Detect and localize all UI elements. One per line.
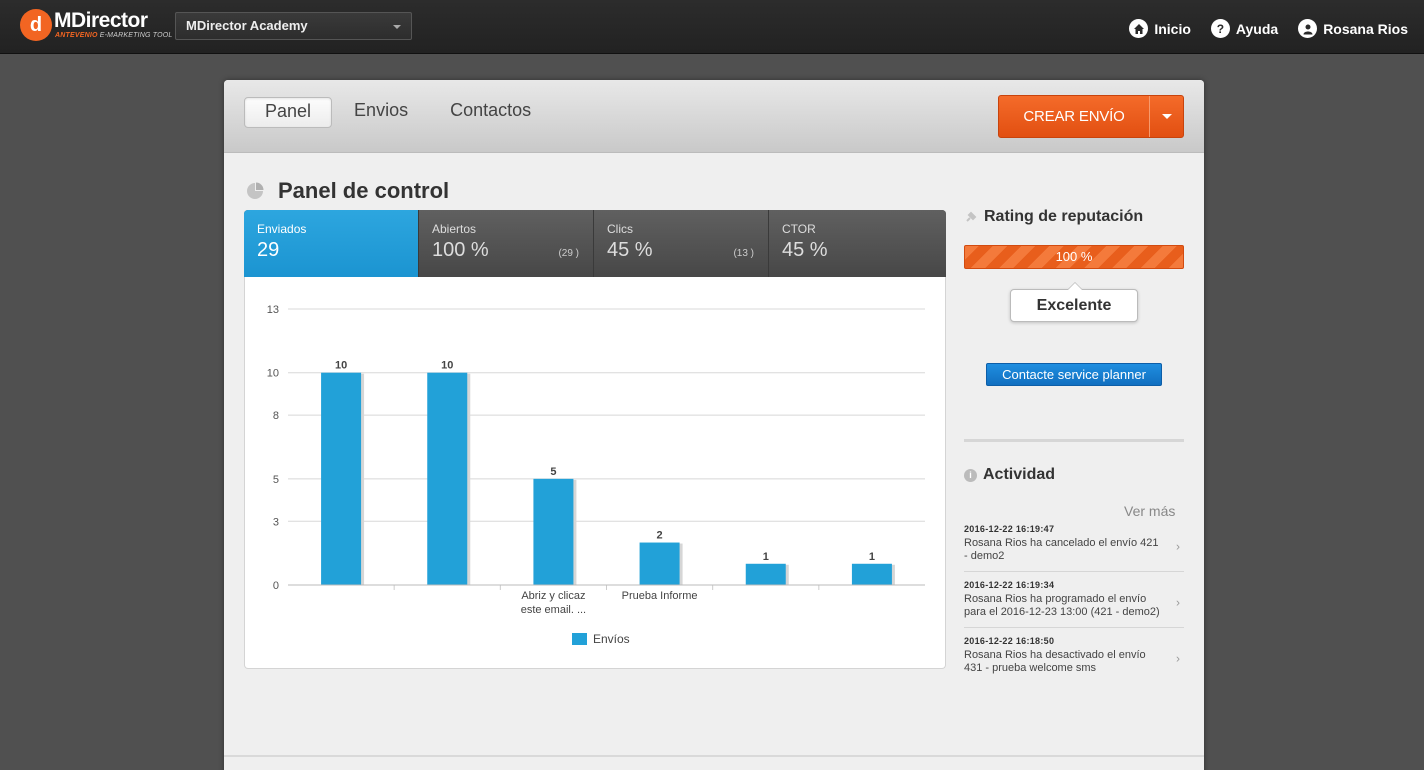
activity-time: 2016-12-22 16:19:47	[964, 524, 1055, 534]
chart-box: 0 3 5 8 10 13 10 10 5 Abriz y clicaz este email. .…	[244, 277, 946, 669]
x-tick-label: Prueba Informe	[622, 590, 698, 602]
panel-title-row: Panel de control	[246, 178, 449, 204]
bar-value-label: 10	[441, 360, 453, 372]
reputation-value: 100 %	[1055, 249, 1093, 264]
activity-list: 2016-12-22 16:19:47 Rosana Rios ha cance…	[964, 524, 1184, 691]
main-tabs: Panel Envios Contactos	[244, 97, 553, 128]
legend-label: Envíos	[593, 632, 630, 646]
chevron-right-icon: ›	[1176, 651, 1180, 666]
tab-contactos[interactable]: Contactos	[430, 97, 551, 128]
home-icon	[1129, 19, 1149, 38]
activity-time: 2016-12-22 16:18:50	[964, 636, 1055, 646]
stat-value: 45 %	[782, 239, 828, 261]
chevron-right-icon: ›	[1176, 595, 1180, 610]
stat-count: (13 )	[733, 248, 754, 259]
y-tick-label: 5	[273, 474, 279, 486]
tab-envios[interactable]: Envios	[334, 97, 428, 128]
x-tick-label: Abriz y clicaz	[521, 590, 585, 602]
stat-label: Abiertos	[432, 222, 477, 236]
logo-tagline-brand: ANTEVENIO	[55, 32, 98, 39]
x-tick-label: este email. ...	[521, 604, 586, 616]
card-footer-line	[224, 755, 1204, 757]
stat-label: Clics	[607, 222, 633, 236]
top-nav: Inicio ? Ayuda Rosana Rios	[1129, 19, 1408, 38]
mdirector-logo[interactable]: d MDirector ANTEVENIO E-MARKETING TOOL	[20, 9, 172, 43]
stat-count: (29 )	[558, 248, 579, 259]
logo-brand: MDirector	[54, 9, 148, 32]
logo-tagline: ANTEVENIO E-MARKETING TOOL	[55, 32, 172, 39]
stat-value: 29	[257, 239, 280, 261]
bar-chart: 0 3 5 8 10 13 10 10 5 Abriz y clicaz este email. .…	[267, 304, 925, 646]
bar	[533, 478, 574, 585]
bar	[745, 563, 786, 585]
help-icon: ?	[1210, 19, 1230, 38]
bar	[639, 542, 680, 585]
nav-home-label: Inicio	[1154, 20, 1191, 37]
chevron-down-icon	[393, 25, 401, 29]
account-select-value: MDirector Academy	[186, 18, 308, 33]
activity-title-row: i Actividad	[964, 466, 1055, 484]
nav-help-link[interactable]: ? Ayuda	[1210, 19, 1279, 38]
info-icon: i	[964, 468, 977, 482]
bar	[427, 372, 468, 585]
user-icon	[1298, 19, 1318, 38]
stat-clics[interactable]: Clics 45 % (13 )	[594, 210, 769, 277]
activity-item[interactable]: 2016-12-22 16:19:34 Rosana Rios ha progr…	[964, 580, 1184, 628]
bar-value-label: 5	[550, 466, 556, 478]
create-envio-dropdown-toggle[interactable]	[1149, 96, 1183, 137]
account-select[interactable]: MDirector Academy	[175, 12, 412, 40]
logo-mark-icon: d	[20, 9, 52, 41]
reputation-progress-bar: 100 %	[964, 245, 1184, 269]
stat-label: Enviados	[257, 222, 307, 236]
activity-item[interactable]: 2016-12-22 16:19:47 Rosana Rios ha cance…	[964, 524, 1184, 572]
pie-chart-icon	[247, 182, 264, 199]
activity-title: Actividad	[983, 466, 1056, 483]
logo-tagline-rest: E-MARKETING TOOL	[97, 32, 173, 39]
activity-text: Rosana Rios ha desactivado el envío 431 …	[964, 649, 1146, 674]
legend-swatch	[572, 633, 587, 645]
page-title: Panel de control	[278, 178, 450, 203]
pin-icon	[966, 211, 977, 222]
top-bar: d MDirector ANTEVENIO E-MARKETING TOOL M…	[0, 0, 1424, 54]
y-tick-label: 0	[273, 580, 279, 592]
stats-tabs: Enviados 29 Abiertos 100 % (29 ) Clics 4…	[244, 210, 946, 285]
stat-ctor[interactable]: CTOR 45 %	[769, 210, 946, 277]
activity-text: Rosana Rios ha cancelado el envío 421 - …	[964, 537, 1159, 562]
contact-service-planner-button[interactable]: Contacte service planner	[986, 363, 1162, 386]
bar-value-label: 1	[869, 551, 875, 563]
nav-home-link[interactable]: Inicio	[1129, 19, 1191, 38]
bar-value-label: 1	[763, 551, 769, 563]
bar	[321, 372, 362, 585]
nav-user-link[interactable]: Rosana Rios	[1298, 19, 1408, 38]
main-card: Panel Envios Contactos CREAR ENVÍO Panel…	[224, 80, 1204, 770]
activity-item[interactable]: 2016-12-22 16:18:50 Rosana Rios ha desac…	[964, 636, 1184, 683]
y-tick-label: 10	[267, 368, 279, 380]
tab-panel[interactable]: Panel	[244, 97, 333, 128]
y-tick-label: 8	[273, 410, 279, 422]
reputation-title-row: Rating de reputación	[964, 208, 1143, 226]
y-tick-label: 3	[273, 516, 279, 528]
reputation-rating: Excelente	[1010, 282, 1138, 322]
section-divider	[964, 439, 1184, 442]
bar	[851, 563, 892, 585]
nav-help-label: Ayuda	[1235, 20, 1279, 37]
y-tick-label: 13	[267, 304, 279, 316]
create-envio-label: CREAR ENVÍO	[1023, 108, 1125, 125]
nav-user-label: Rosana Rios	[1323, 20, 1408, 37]
activity-time: 2016-12-22 16:19:34	[964, 580, 1055, 590]
bar-value-label: 2	[657, 530, 663, 542]
stat-enviados[interactable]: Enviados 29	[244, 210, 419, 285]
stat-abiertos[interactable]: Abiertos 100 % (29 )	[419, 210, 594, 277]
activity-text: Rosana Rios ha programado el envío para …	[964, 593, 1160, 618]
bar-value-label: 10	[335, 360, 347, 372]
stat-label: CTOR	[782, 222, 816, 236]
create-envio-button[interactable]: CREAR ENVÍO	[998, 95, 1184, 138]
card-header: Panel Envios Contactos CREAR ENVÍO	[224, 80, 1204, 153]
reputation-title: Rating de reputación	[984, 208, 1144, 225]
chevron-right-icon: ›	[1176, 539, 1180, 554]
ver-mas-link[interactable]: Ver más	[1124, 503, 1175, 519]
